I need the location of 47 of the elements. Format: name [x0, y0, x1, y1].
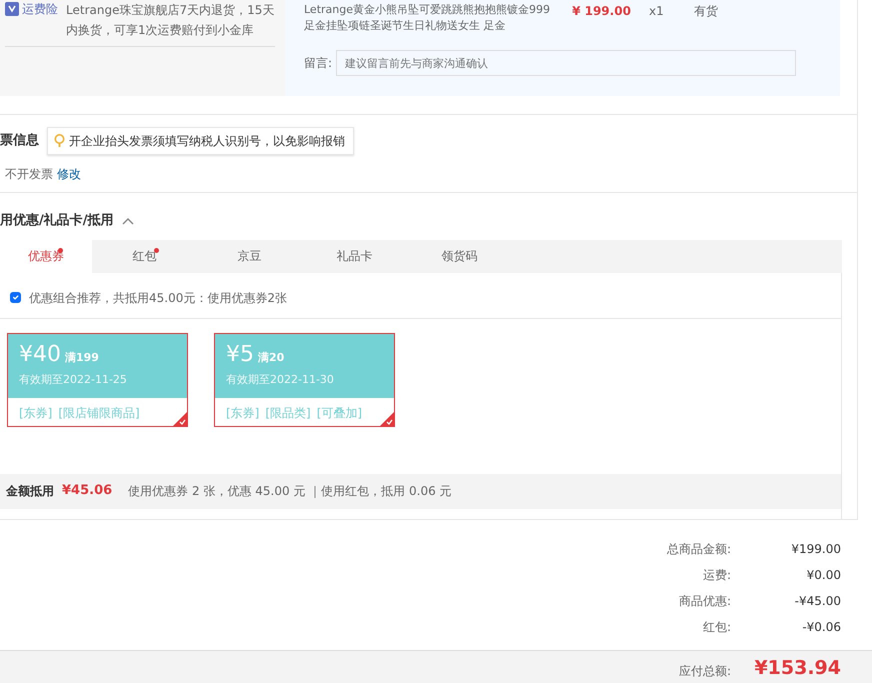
coupon-tag: [限店铺限商品] [58, 404, 140, 422]
deduction-detail: 使用优惠券 2 张，优惠 45.00 元 ｜使用红包，抵用 0.06 元 [128, 483, 452, 500]
summary-value: ¥0.00 [806, 566, 841, 584]
recommend-text: 优惠组合推荐，共抵用45.00元：使用优惠券2张 [29, 290, 287, 306]
invoice-value: 不开发票 [5, 166, 53, 183]
product-price: ¥ 199.00 [571, 3, 632, 20]
coupon-tag: [东券] [226, 404, 260, 422]
summary-label: 总商品金额: [666, 540, 731, 558]
summary-label: 红包: [702, 618, 731, 636]
check-corner-icon [380, 412, 394, 426]
message-label: 留言: [304, 55, 332, 72]
coupon-amount: ¥40 [19, 342, 61, 368]
coupon-expiry: 有效期至2022-11-25 [19, 372, 128, 388]
tip-text: 开企业抬头发票须填写纳税人识别号，以免影响报销 [69, 133, 345, 150]
chevron-up-icon[interactable] [122, 216, 134, 225]
edit-link[interactable]: 修改 [57, 165, 81, 183]
summary-value: ¥199.00 [790, 540, 841, 558]
summary-value: -¥0.06 [801, 618, 841, 636]
stock-status: 有货 [694, 3, 719, 20]
summary-label: 运费: [702, 566, 731, 584]
coupon-tag: [东券] [19, 404, 52, 422]
insurance-label: 运费险 [22, 1, 58, 18]
tab[interactable]: 京豆 [197, 240, 302, 272]
insurance-text: Letrange珠宝旗舰店7天内退货，15天内换货，可享1次运费赔付到小金库 [66, 2, 275, 39]
total-label: 应付总额: [678, 662, 731, 680]
check-corner-icon [173, 412, 187, 426]
section-title: 用优惠/礼品卡/抵用 [0, 212, 114, 230]
coupon-expiry: 有效期至2022-11-30 [226, 372, 335, 388]
summary-label: 商品优惠: [678, 592, 731, 610]
recommend-checkbox[interactable] [10, 292, 21, 303]
product-quantity: x1 [649, 3, 665, 20]
tab[interactable]: 领货码 [407, 240, 512, 272]
coupon-threshold: 满20 [258, 350, 284, 366]
coupon-amount: ¥5 [226, 342, 254, 368]
summary-value: -¥45.00 [794, 592, 841, 610]
coupon-threshold: 满199 [65, 350, 99, 366]
coupon-tag: [限品类] [265, 404, 311, 422]
message-field[interactable]: 建议留言前先与商家沟通确认 [336, 50, 796, 76]
coupon-tag: [可叠加] [316, 404, 362, 422]
deduction-amount: ¥45.06 [62, 482, 112, 500]
section-title: 票信息 [0, 132, 39, 150]
tab[interactable]: 红包 [92, 240, 197, 272]
product-title[interactable]: Letrange黄金小熊吊坠可爱跳跳熊抱抱熊镀金999足金挂坠项链圣诞节生日礼物送女生 足金 [304, 2, 554, 34]
deduction-label: 金额抵用 [6, 483, 54, 500]
tab[interactable]: 礼品卡 [302, 240, 407, 272]
total-amount: ¥153.94 [753, 656, 841, 681]
lightbulb-icon [54, 134, 65, 148]
